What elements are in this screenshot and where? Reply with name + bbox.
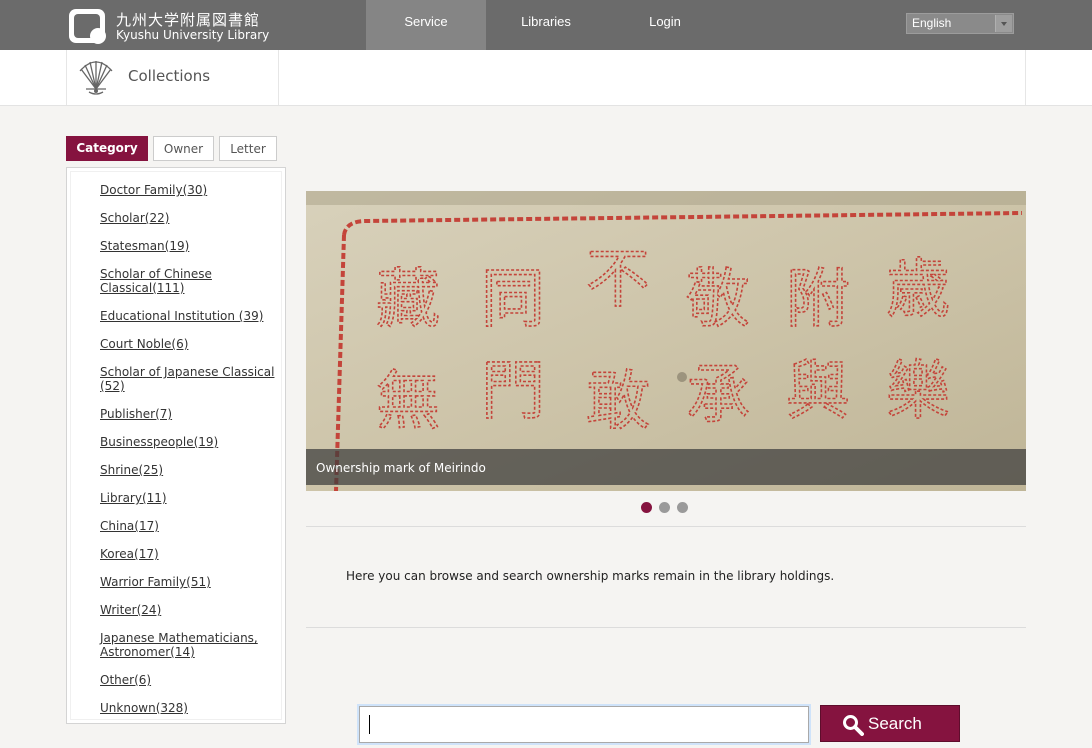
category-link-korea[interactable]: Korea(17): [100, 547, 275, 561]
ownership-mark-slider[interactable]: 藏 同 不 敬 附 歳 無 門 敢 承 與 樂 Ownership mark o…: [306, 191, 1026, 491]
svg-text:歳: 歳: [886, 253, 950, 327]
category-link-scholar-japanese-classical[interactable]: Scholar of Japanese Classical (52): [100, 365, 275, 393]
category-link-doctor-family[interactable]: Doctor Family(30): [100, 183, 275, 197]
language-select[interactable]: English: [906, 13, 1014, 34]
category-link-japanese-mathematicians[interactable]: Japanese Mathematicians, Astronomer(14): [100, 631, 275, 659]
category-link-other[interactable]: Other(6): [100, 673, 275, 687]
text-caret: [369, 715, 370, 734]
intro-text: Here you can browse and search ownership…: [346, 569, 835, 583]
tab-category[interactable]: Category: [66, 136, 148, 161]
slide-caption-bar: Ownership mark of Meirindo: [306, 449, 1026, 485]
tab-owner[interactable]: Owner: [153, 136, 214, 161]
category-panel: Doctor Family(30) Scholar(22) Statesman(…: [66, 167, 286, 724]
svg-text:藏: 藏: [376, 263, 440, 337]
collections-header: Collections: [0, 50, 1092, 106]
category-link-educational-institution[interactable]: Educational Institution (39): [100, 309, 275, 323]
search-button-label: Search: [868, 714, 922, 733]
library-logo-icon: [69, 9, 106, 44]
svg-text:承: 承: [686, 359, 750, 433]
language-select-value: English: [912, 16, 952, 30]
scallop-emblem-icon: [79, 61, 113, 95]
category-link-china[interactable]: China(17): [100, 519, 275, 533]
slider-dot-1[interactable]: [641, 502, 652, 513]
svg-text:附: 附: [786, 263, 850, 337]
slider-dot-2[interactable]: [659, 502, 670, 513]
svg-text:與: 與: [786, 355, 850, 429]
category-link-shrine[interactable]: Shrine(25): [100, 463, 275, 477]
nav-service[interactable]: Service: [366, 0, 486, 50]
header-divider: [1025, 50, 1026, 105]
library-logo[interactable]: 九州大学附属図書館 Kyushu University Library: [68, 8, 278, 44]
svg-text:同: 同: [481, 263, 545, 337]
search-input[interactable]: [359, 706, 809, 743]
category-link-businesspeople[interactable]: Businesspeople(19): [100, 435, 275, 449]
collections-brand[interactable]: Collections: [66, 50, 279, 105]
ownership-mark-image: 藏 同 不 敬 附 歳 無 門 敢 承 與 樂: [306, 191, 1026, 491]
category-link-library[interactable]: Library(11): [100, 491, 275, 505]
category-link-publisher[interactable]: Publisher(7): [100, 407, 275, 421]
logo-text-japanese: 九州大学附属図書館: [116, 11, 261, 29]
top-navigation-bar: 九州大学附属図書館 Kyushu University Library Serv…: [0, 0, 1092, 50]
category-link-scholar-chinese-classical[interactable]: Scholar of Chinese Classical(111): [100, 267, 275, 295]
divider: [306, 627, 1026, 628]
category-list: Doctor Family(30) Scholar(22) Statesman(…: [70, 171, 282, 720]
nav-login[interactable]: Login: [605, 0, 725, 50]
category-link-court-noble[interactable]: Court Noble(6): [100, 337, 275, 351]
svg-text:無: 無: [376, 365, 440, 439]
logo-text-english: Kyushu University Library: [116, 28, 270, 42]
svg-text:不: 不: [586, 243, 650, 317]
divider: [306, 526, 1026, 527]
category-link-unknown[interactable]: Unknown(328): [100, 701, 275, 715]
category-link-statesman[interactable]: Statesman(19): [100, 239, 275, 253]
page-title: Collections: [128, 67, 211, 85]
search-button[interactable]: Search: [820, 705, 960, 742]
category-link-writer[interactable]: Writer(24): [100, 603, 275, 617]
nav-libraries[interactable]: Libraries: [486, 0, 606, 50]
tab-letter[interactable]: Letter: [219, 136, 277, 161]
slider-dot-3[interactable]: [677, 502, 688, 513]
category-link-warrior-family[interactable]: Warrior Family(51): [100, 575, 275, 589]
category-link-scholar[interactable]: Scholar(22): [100, 211, 275, 225]
search-icon: [843, 715, 864, 736]
svg-text:樂: 樂: [886, 355, 950, 429]
svg-text:門: 門: [481, 355, 545, 429]
slide-caption: Ownership mark of Meirindo: [316, 461, 486, 475]
chevron-down-icon: [995, 15, 1012, 32]
svg-text:敢: 敢: [586, 365, 650, 439]
svg-text:敬: 敬: [686, 263, 750, 337]
